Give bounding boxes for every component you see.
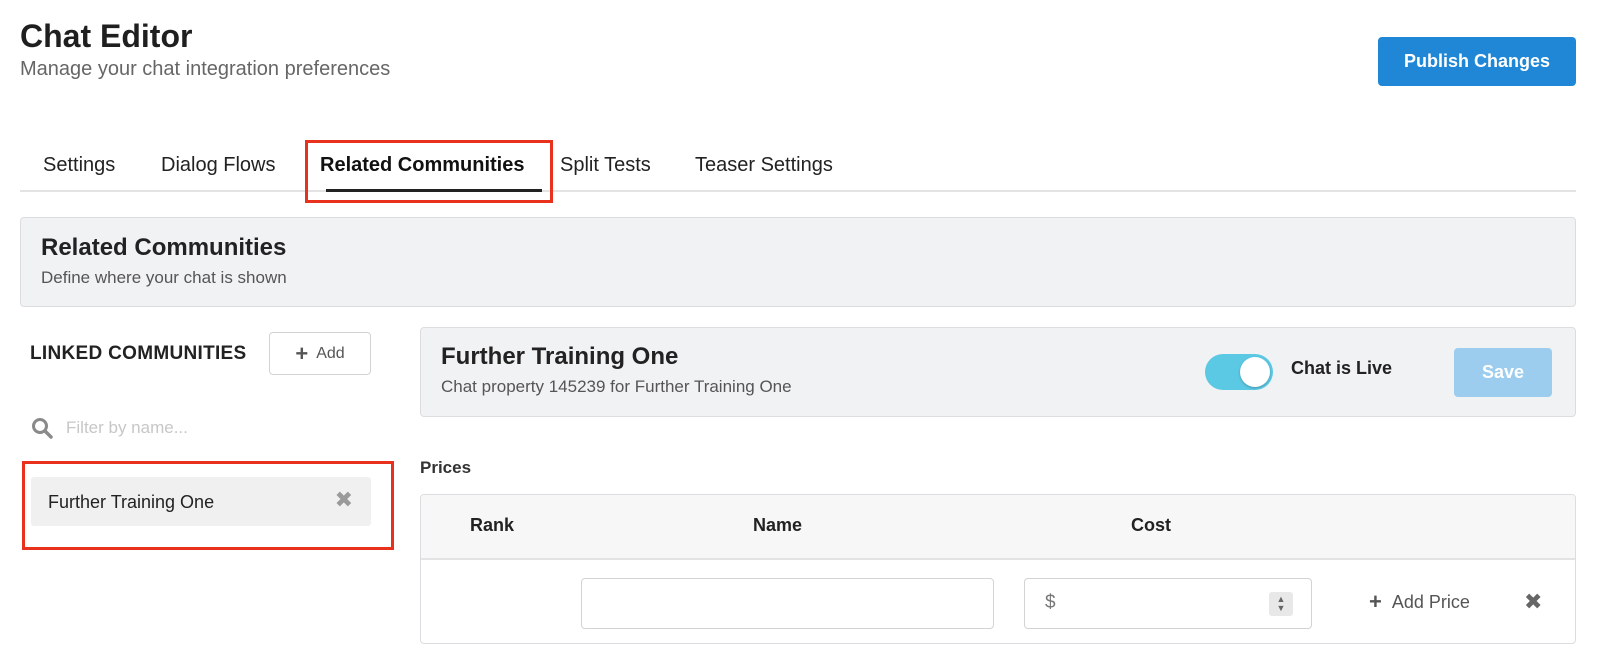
save-button[interactable]: Save: [1454, 348, 1552, 397]
tab-teaser-settings[interactable]: Teaser Settings: [695, 154, 833, 177]
add-community-button[interactable]: + Add: [269, 332, 371, 375]
toggle-knob: [1240, 357, 1270, 387]
section-header: Related Communities Define where your ch…: [20, 217, 1576, 307]
add-price-button[interactable]: + Add Price: [1369, 591, 1470, 613]
price-name-input[interactable]: [581, 578, 994, 629]
stepper-icon[interactable]: ▲ ▼: [1269, 592, 1293, 616]
plus-icon: +: [1369, 589, 1382, 614]
price-cost-field: $ ▲ ▼: [1024, 578, 1312, 629]
close-icon[interactable]: ✖: [335, 489, 353, 511]
publish-changes-button[interactable]: Publish Changes: [1378, 37, 1576, 86]
prices-table-header: Rank Name Cost: [421, 495, 1575, 560]
tab-bar: Settings Dialog Flows Related Communitie…: [20, 140, 1576, 192]
column-header-name: Name: [753, 515, 803, 535]
tab-split-tests[interactable]: Split Tests: [560, 154, 651, 177]
community-name: Further Training One: [48, 492, 215, 512]
community-detail-title: Further Training One: [441, 343, 679, 370]
column-header-cost: Cost: [1131, 515, 1171, 535]
price-cost-input[interactable]: [1065, 587, 1255, 620]
search-icon: [32, 418, 53, 439]
add-price-label: Add Price: [1391, 591, 1470, 612]
plus-icon: +: [295, 340, 309, 366]
active-tab-indicator: [326, 189, 542, 192]
tab-settings[interactable]: Settings: [43, 154, 115, 177]
page-subtitle: Manage your chat integration preferences: [20, 58, 391, 80]
community-detail-subtitle: Chat property 145239 for Further Trainin…: [441, 377, 792, 396]
community-filter-input[interactable]: [66, 410, 366, 446]
section-title: Related Communities: [41, 234, 287, 261]
tab-related-communities[interactable]: Related Communities: [320, 154, 524, 177]
close-icon[interactable]: ✖: [1524, 591, 1542, 613]
chat-live-toggle[interactable]: [1205, 354, 1273, 390]
community-detail-header: Further Training One Chat property 14523…: [420, 327, 1576, 417]
community-list-item[interactable]: Further Training One ✖: [31, 477, 371, 526]
community-search: [30, 410, 370, 446]
add-community-label: Add: [316, 344, 345, 362]
prices-label: Prices: [420, 458, 472, 477]
prices-table: Rank Name Cost $ ▲ ▼ + Add Price ✖: [420, 494, 1576, 644]
column-header-rank: Rank: [470, 515, 515, 535]
currency-symbol: $: [1045, 592, 1056, 613]
section-subtitle: Define where your chat is shown: [41, 268, 287, 287]
tab-dialog-flows[interactable]: Dialog Flows: [161, 154, 275, 177]
linked-communities-heading: LINKED COMMUNITIES: [30, 343, 247, 364]
chat-live-label: Chat is Live: [1291, 358, 1393, 378]
page-title: Chat Editor: [20, 18, 193, 54]
